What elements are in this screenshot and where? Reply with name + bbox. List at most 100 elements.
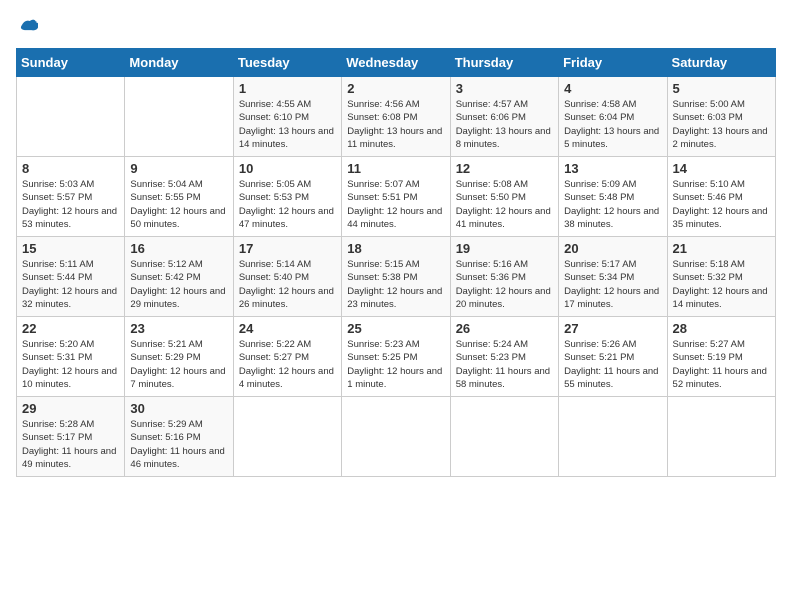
logo-icon	[18, 16, 38, 36]
day-number: 22	[22, 321, 119, 336]
day-number: 26	[456, 321, 553, 336]
day-number: 27	[564, 321, 661, 336]
day-info: Sunrise: 5:10 AMSunset: 5:46 PMDaylight:…	[673, 178, 770, 231]
calendar-cell: 14 Sunrise: 5:10 AMSunset: 5:46 PMDayligh…	[667, 157, 775, 237]
calendar-cell	[450, 397, 558, 477]
calendar-cell	[667, 397, 775, 477]
day-number: 13	[564, 161, 661, 176]
day-info: Sunrise: 5:04 AMSunset: 5:55 PMDaylight:…	[130, 178, 227, 231]
day-info: Sunrise: 5:16 AMSunset: 5:36 PMDaylight:…	[456, 258, 553, 311]
calendar-cell: 12Sunrise: 5:08 AMSunset: 5:50 PMDayligh…	[450, 157, 558, 237]
calendar-cell: 13 Sunrise: 5:09 AMSunset: 5:48 PMDayligh…	[559, 157, 667, 237]
calendar-cell: 24Sunrise: 5:22 AMSunset: 5:27 PMDayligh…	[233, 317, 341, 397]
day-number: 28	[673, 321, 770, 336]
day-info: Sunrise: 5:11 AMSunset: 5:44 PMDaylight:…	[22, 258, 119, 311]
calendar-cell	[342, 397, 450, 477]
calendar-cell: 3 Sunrise: 4:57 AMSunset: 6:06 PMDaylight…	[450, 77, 558, 157]
day-number: 16	[130, 241, 227, 256]
day-number: 2	[347, 81, 444, 96]
day-info: Sunrise: 4:57 AMSunset: 6:06 PMDaylight:…	[456, 98, 553, 151]
day-number: 3	[456, 81, 553, 96]
day-number: 15	[22, 241, 119, 256]
day-info: Sunrise: 4:56 AMSunset: 6:08 PMDaylight:…	[347, 98, 444, 151]
calendar-cell: 2 Sunrise: 4:56 AMSunset: 6:08 PMDaylight…	[342, 77, 450, 157]
day-info: Sunrise: 5:23 AMSunset: 5:25 PMDaylight:…	[347, 338, 444, 391]
logo	[16, 16, 38, 36]
calendar-cell	[125, 77, 233, 157]
calendar-cell	[559, 397, 667, 477]
day-number: 5	[673, 81, 770, 96]
day-info: Sunrise: 4:55 AMSunset: 6:10 PMDaylight:…	[239, 98, 336, 151]
day-info: Sunrise: 5:21 AMSunset: 5:29 PMDaylight:…	[130, 338, 227, 391]
day-number: 25	[347, 321, 444, 336]
calendar-cell: 5 Sunrise: 5:00 AMSunset: 6:03 PMDaylight…	[667, 77, 775, 157]
calendar-cell: 20 Sunrise: 5:17 AMSunset: 5:34 PMDayligh…	[559, 237, 667, 317]
weekday-header-tuesday: Tuesday	[233, 49, 341, 77]
page: SundayMondayTuesdayWednesdayThursdayFrid…	[0, 0, 792, 612]
day-number: 1	[239, 81, 336, 96]
weekday-header-thursday: Thursday	[450, 49, 558, 77]
calendar-cell: 16 Sunrise: 5:12 AMSunset: 5:42 PMDayligh…	[125, 237, 233, 317]
day-info: Sunrise: 5:18 AMSunset: 5:32 PMDaylight:…	[673, 258, 770, 311]
calendar-cell: 4 Sunrise: 4:58 AMSunset: 6:04 PMDaylight…	[559, 77, 667, 157]
calendar-cell: 22 Sunrise: 5:20 AMSunset: 5:31 PMDayligh…	[17, 317, 125, 397]
calendar-cell	[17, 77, 125, 157]
weekday-header-wednesday: Wednesday	[342, 49, 450, 77]
day-number: 9	[130, 161, 227, 176]
header	[16, 16, 776, 36]
day-info: Sunrise: 5:14 AMSunset: 5:40 PMDaylight:…	[239, 258, 336, 311]
calendar-cell: 30 Sunrise: 5:29 AMSunset: 5:16 PMDayligh…	[125, 397, 233, 477]
calendar-cell: 15 Sunrise: 5:11 AMSunset: 5:44 PMDayligh…	[17, 237, 125, 317]
day-info: Sunrise: 4:58 AMSunset: 6:04 PMDaylight:…	[564, 98, 661, 151]
day-info: Sunrise: 5:29 AMSunset: 5:16 PMDaylight:…	[130, 418, 227, 471]
day-number: 4	[564, 81, 661, 96]
day-number: 10	[239, 161, 336, 176]
calendar-cell: 23 Sunrise: 5:21 AMSunset: 5:29 PMDayligh…	[125, 317, 233, 397]
day-number: 29	[22, 401, 119, 416]
day-number: 8	[22, 161, 119, 176]
day-info: Sunrise: 5:27 AMSunset: 5:19 PMDaylight:…	[673, 338, 770, 391]
day-info: Sunrise: 5:22 AMSunset: 5:27 PMDaylight:…	[239, 338, 336, 391]
day-info: Sunrise: 5:15 AMSunset: 5:38 PMDaylight:…	[347, 258, 444, 311]
calendar-cell: 28 Sunrise: 5:27 AMSunset: 5:19 PMDayligh…	[667, 317, 775, 397]
day-info: Sunrise: 5:12 AMSunset: 5:42 PMDaylight:…	[130, 258, 227, 311]
day-info: Sunrise: 5:07 AMSunset: 5:51 PMDaylight:…	[347, 178, 444, 231]
weekday-header-sunday: Sunday	[17, 49, 125, 77]
day-info: Sunrise: 5:00 AMSunset: 6:03 PMDaylight:…	[673, 98, 770, 151]
calendar-table: SundayMondayTuesdayWednesdayThursdayFrid…	[16, 48, 776, 477]
day-number: 14	[673, 161, 770, 176]
calendar-cell: 9 Sunrise: 5:04 AMSunset: 5:55 PMDaylight…	[125, 157, 233, 237]
day-number: 21	[673, 241, 770, 256]
day-info: Sunrise: 5:28 AMSunset: 5:17 PMDaylight:…	[22, 418, 119, 471]
calendar-cell: 1 Sunrise: 4:55 AMSunset: 6:10 PMDaylight…	[233, 77, 341, 157]
day-number: 19	[456, 241, 553, 256]
day-info: Sunrise: 5:05 AMSunset: 5:53 PMDaylight:…	[239, 178, 336, 231]
calendar-cell: 25 Sunrise: 5:23 AMSunset: 5:25 PMDayligh…	[342, 317, 450, 397]
day-info: Sunrise: 5:17 AMSunset: 5:34 PMDaylight:…	[564, 258, 661, 311]
calendar-cell: 29 Sunrise: 5:28 AMSunset: 5:17 PMDayligh…	[17, 397, 125, 477]
day-info: Sunrise: 5:26 AMSunset: 5:21 PMDaylight:…	[564, 338, 661, 391]
calendar-cell: 27 Sunrise: 5:26 AMSunset: 5:21 PMDayligh…	[559, 317, 667, 397]
day-number: 17	[239, 241, 336, 256]
calendar-cell: 21 Sunrise: 5:18 AMSunset: 5:32 PMDayligh…	[667, 237, 775, 317]
day-number: 30	[130, 401, 227, 416]
day-number: 18	[347, 241, 444, 256]
day-number: 11	[347, 161, 444, 176]
calendar-cell: 17 Sunrise: 5:14 AMSunset: 5:40 PMDayligh…	[233, 237, 341, 317]
calendar-cell: 10 Sunrise: 5:05 AMSunset: 5:53 PMDayligh…	[233, 157, 341, 237]
day-number: 23	[130, 321, 227, 336]
day-number: 20	[564, 241, 661, 256]
day-info: Sunrise: 5:20 AMSunset: 5:31 PMDaylight:…	[22, 338, 119, 391]
weekday-header-monday: Monday	[125, 49, 233, 77]
calendar-cell: 8 Sunrise: 5:03 AMSunset: 5:57 PMDaylight…	[17, 157, 125, 237]
day-info: Sunrise: 5:09 AMSunset: 5:48 PMDaylight:…	[564, 178, 661, 231]
calendar-cell	[233, 397, 341, 477]
calendar-cell: 11 Sunrise: 5:07 AMSunset: 5:51 PMDayligh…	[342, 157, 450, 237]
day-info: Sunrise: 5:03 AMSunset: 5:57 PMDaylight:…	[22, 178, 119, 231]
day-info: Sunrise: 5:08 AMSunset: 5:50 PMDaylight:…	[456, 178, 553, 231]
calendar-cell: 19 Sunrise: 5:16 AMSunset: 5:36 PMDayligh…	[450, 237, 558, 317]
weekday-header-saturday: Saturday	[667, 49, 775, 77]
calendar-cell: 26 Sunrise: 5:24 AMSunset: 5:23 PMDayligh…	[450, 317, 558, 397]
calendar-cell: 18 Sunrise: 5:15 AMSunset: 5:38 PMDayligh…	[342, 237, 450, 317]
day-info: Sunrise: 5:24 AMSunset: 5:23 PMDaylight:…	[456, 338, 553, 391]
